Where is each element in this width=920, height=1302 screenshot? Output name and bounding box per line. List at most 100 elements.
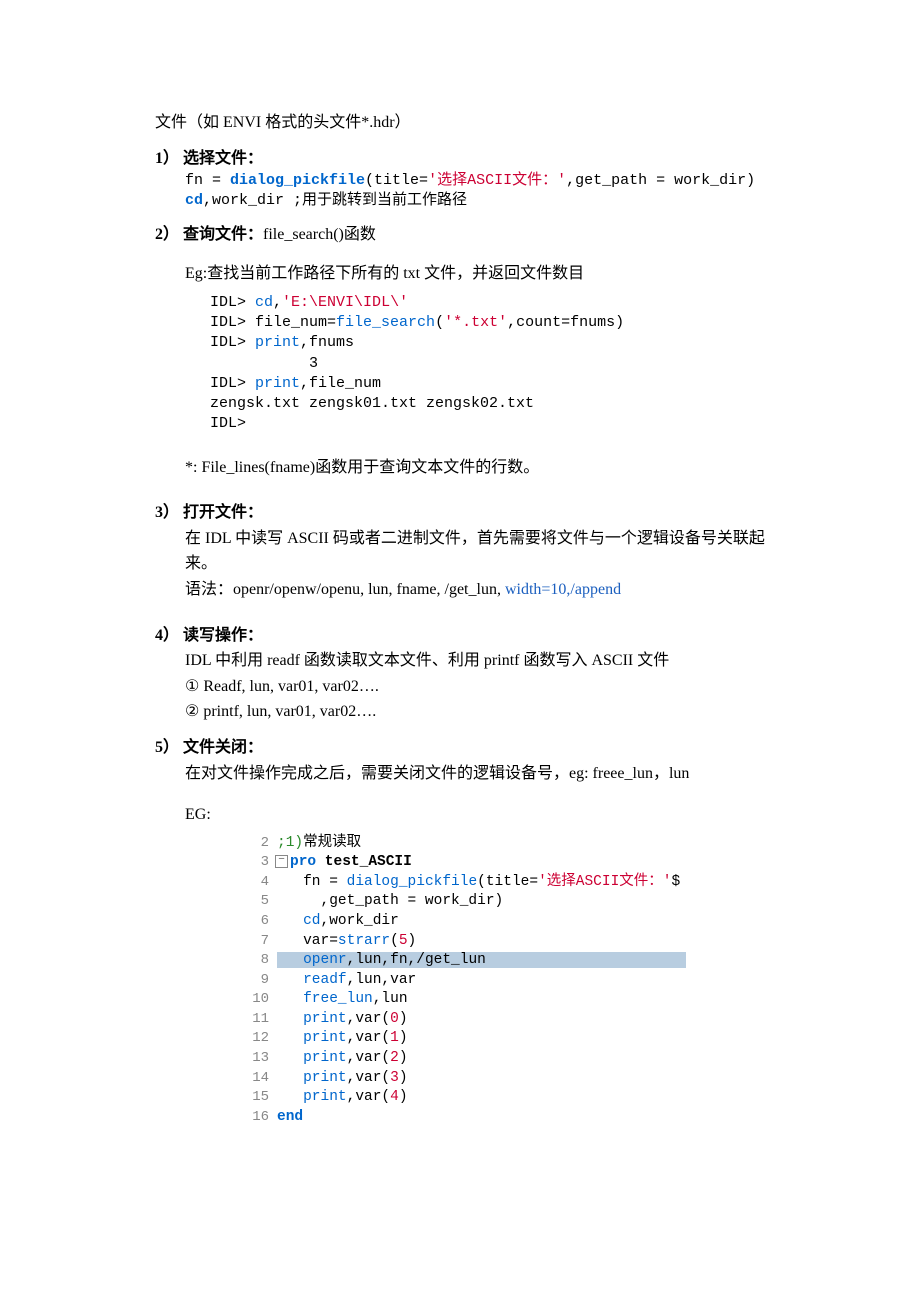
code-keyword: print [255,375,300,392]
code-number: 2 [390,1050,399,1066]
code-text [277,913,303,929]
idl-prompt: IDL> [210,414,790,434]
code-text: (title= [365,172,428,189]
code-keyword: print [303,1011,347,1027]
code-number: 1 [390,1030,399,1046]
code-text [277,1030,303,1046]
code-text: ) [399,1070,408,1086]
editor-code-block: 2;1)常规读取 3−pro test_ASCII 4 fn = dialog_… [245,834,790,1127]
code-text [277,1070,303,1086]
line-number: 6 [245,912,269,931]
syntax-highlight: width=10,/append [505,581,621,598]
output-line: 3 [210,354,790,374]
code-text: , [273,294,282,311]
proc-name: test_ASCII [316,854,412,870]
idl-prompt: IDL> [210,375,255,392]
code-keyword: print [303,1050,347,1066]
section-3-head: 3） 打开文件： [155,500,790,526]
code-text: ,count=fnums) [507,314,624,331]
section-3-line1: 在 IDL 中读写 ASCII 码或者二进制文件，首先需要将文件与一个逻辑设备号… [155,526,790,577]
section-1-code: fn = dialog_pickfile(title='选择ASCII文件：',… [155,171,790,212]
line-number: 3 [245,853,269,872]
code-keyword: cd [255,294,273,311]
line-number: 13 [245,1049,269,1068]
code-text: ,var( [347,1030,391,1046]
code-text: ,work_dir ;用于跳转到当前工作路径 [203,192,467,209]
section-2-head-bold: 2） 查询文件： [155,226,263,243]
code-text: ( [435,314,444,331]
code-text: ( [390,933,399,949]
code-text: ,fnums [300,334,354,351]
code-keyword: cd [303,913,320,929]
code-text: ) [408,933,417,949]
code-text: file_num= [255,314,336,331]
document-page: 文件（如 ENVI 格式的头文件*.hdr） 1） 选择文件： fn = dia… [0,0,920,1193]
code-text: (title= [477,874,538,890]
code-text: ,var( [347,1070,391,1086]
line-number: 11 [245,1010,269,1029]
line-number: 2 [245,834,269,853]
line-number: 10 [245,990,269,1009]
code-text: ,var( [347,1089,391,1105]
comment-text: ;1) [277,835,303,851]
code-string: '选择ASCII文件：' [428,172,566,189]
line-number: 7 [245,932,269,951]
code-text [277,972,303,988]
code-keyword: print [303,1089,347,1105]
code-number: 4 [390,1089,399,1105]
idl-prompt: IDL> [210,294,255,311]
code-text: ,get_path = work_dir) [277,893,503,909]
section-4-line3: ② printf, lun, var01, var02…. [155,699,790,725]
code-text [277,952,303,968]
line-number: 8 [245,951,269,970]
code-text: ) [399,1030,408,1046]
code-text: ,work_dir [321,913,399,929]
code-text: ,get_path = work_dir) [566,172,755,189]
code-string: '*.txt' [444,314,507,331]
section-4-head: 4） 读写操作： [155,623,790,649]
code-string: '选择ASCII文件：' [538,874,671,890]
code-keyword: pro [290,854,316,870]
code-text: fn = [185,172,230,189]
code-text [277,1011,303,1027]
code-func: strarr [338,933,390,949]
line-number: 4 [245,873,269,892]
line-number: 12 [245,1029,269,1048]
code-text: ) [399,1011,408,1027]
line-number: 15 [245,1088,269,1107]
code-string: 'E:\ENVI\IDL\' [282,294,408,311]
code-number: 3 [390,1070,399,1086]
code-text: ,var( [347,1050,391,1066]
code-keyword: print [303,1030,347,1046]
section-4-line2: ① Readf, lun, var01, var02…. [155,674,790,700]
comment-text: 常规读取 [303,835,361,851]
code-keyword: cd [185,192,203,209]
code-text: ) [399,1050,408,1066]
section-2-head-rest: file_search()函数 [263,226,376,243]
code-func: dialog_pickfile [347,874,478,890]
section-5-eg-label: EG: [155,802,790,828]
syntax-text: 语法：openr/openw/openu, lun, fname, /get_l… [185,581,505,598]
code-text: ,lun [373,991,408,1007]
section-1-head: 1） 选择文件： [155,146,790,172]
section-3-line2: 语法：openr/openw/openu, lun, fname, /get_l… [155,577,790,603]
line-number: 9 [245,971,269,990]
idl-prompt: IDL> [210,334,255,351]
code-keyword: openr [303,952,347,968]
code-text [277,1089,303,1105]
code-func: file_search [336,314,435,331]
code-text: ,lun,var [347,972,417,988]
code-keyword: print [303,1070,347,1086]
section-2-head: 2） 查询文件：file_search()函数 [155,222,790,248]
code-keyword: end [277,1109,303,1125]
code-text: var= [277,933,338,949]
fold-icon: − [275,855,288,868]
section-2-note: *: File_lines(fname)函数用于查询文本文件的行数。 [155,455,790,481]
output-line: zengsk.txt zengsk01.txt zengsk02.txt [210,394,790,414]
line-number: 14 [245,1069,269,1088]
code-text: ,var( [347,1011,391,1027]
code-number: 0 [390,1011,399,1027]
code-text: $ [672,874,681,890]
section-5-line1: 在对文件操作完成之后，需要关闭文件的逻辑设备号，eg: freee_lun，lu… [155,761,790,787]
code-text [277,991,303,1007]
